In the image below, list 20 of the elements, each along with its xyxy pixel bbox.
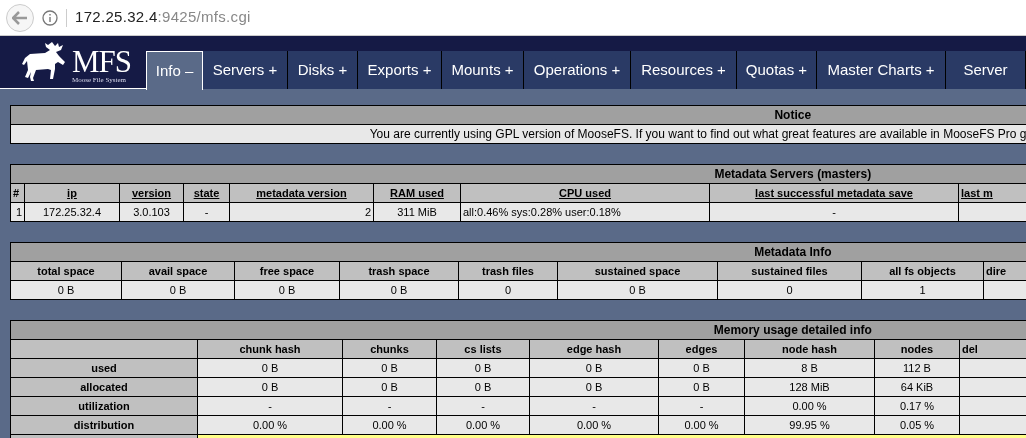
back-arrow-icon <box>12 10 28 25</box>
nav-tab[interactable]: Disks + <box>288 51 358 89</box>
nav-tab[interactable]: Mounts + <box>442 51 524 89</box>
table-title: Metadata Servers (masters) <box>10 164 1026 184</box>
table-title: Notice <box>10 105 1026 125</box>
back-button[interactable] <box>6 3 34 32</box>
nav-tab[interactable]: Exports + <box>358 51 442 89</box>
info-icon <box>42 9 58 26</box>
table-title: Metadata Info <box>10 242 1026 262</box>
logo-title: MFS <box>72 46 132 77</box>
sort-link[interactable]: CPU used <box>559 186 611 199</box>
nav-tab[interactable]: Servers + <box>203 51 288 89</box>
nav-tab[interactable]: Resources + <box>631 51 737 89</box>
sort-link[interactable]: ip <box>67 186 77 199</box>
nav-tab[interactable]: Info – <box>146 51 203 90</box>
nav-tab[interactable]: Operations + <box>524 51 631 89</box>
nav-tab[interactable]: Server <box>946 51 1026 89</box>
table-title: Memory usage detailed info <box>10 320 1026 340</box>
nav-tab[interactable]: Master Charts + <box>817 51 946 89</box>
nav-tab[interactable]: Quotas + <box>737 51 817 89</box>
